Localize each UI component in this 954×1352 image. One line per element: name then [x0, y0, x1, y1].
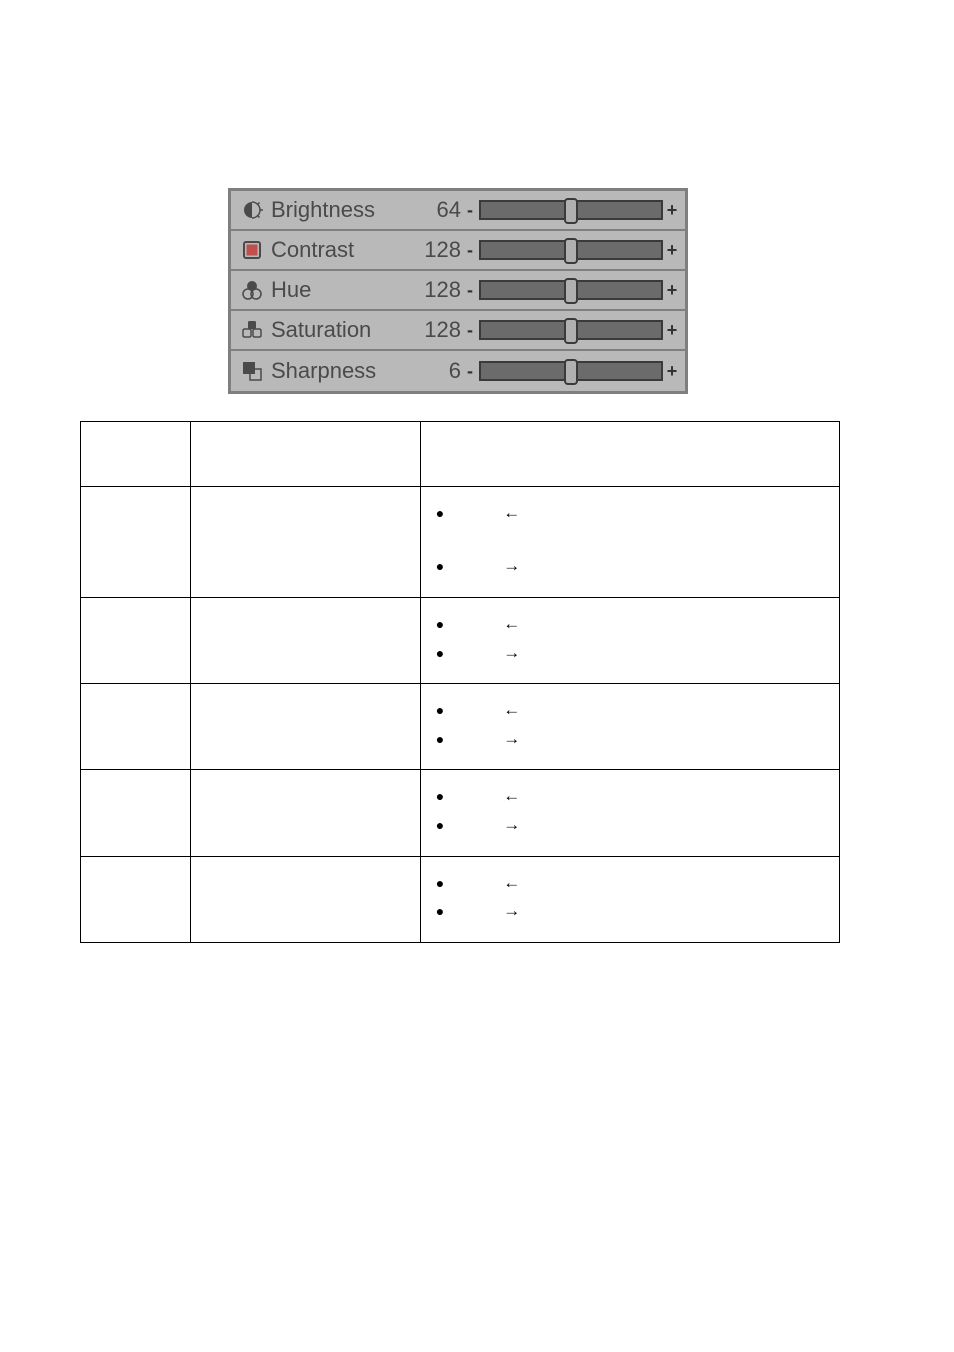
row-desc: Adjust the saturation of the image.: [191, 770, 421, 856]
ctrl-line: Press ← to decrease the contrast of the …: [455, 612, 827, 637]
brightness-icon: [237, 198, 267, 222]
plus-sign: +: [665, 200, 679, 221]
slider-thumb[interactable]: [564, 238, 578, 264]
osd-row-sharpness: Sharpness 6 - +: [231, 351, 685, 391]
row-ctrl: ● Press ← to decrease the brightness of t…: [421, 487, 840, 598]
table-row: Brightness Adjust the brightness of the …: [81, 487, 840, 598]
plus-sign: +: [665, 280, 679, 301]
bullet-icon: ●: [433, 815, 447, 835]
osd-value: 128: [417, 277, 463, 303]
osd-row-contrast: Contrast 128 - +: [231, 231, 685, 271]
osd-label: Saturation: [267, 317, 417, 343]
page-number: 26: [842, 74, 864, 97]
osd-value: 6: [417, 358, 463, 384]
row-desc: Adjust the brightness of the image.: [191, 487, 421, 598]
arrow-right-icon: →: [503, 815, 520, 834]
bullet-icon: ●: [433, 700, 447, 720]
bullet-icon: ●: [433, 503, 447, 523]
bullet-icon: ●: [433, 556, 447, 576]
bullet-icon: ●: [433, 873, 447, 893]
table-row: Sharpness Adjust the sharpness of the im…: [81, 856, 840, 942]
th-ctrl: CONTROL: [421, 422, 840, 487]
minus-sign: -: [463, 200, 477, 221]
arrow-left-icon: ←: [503, 786, 520, 805]
osd-label: Hue: [267, 277, 417, 303]
minus-sign: -: [463, 320, 477, 341]
ctrl-line: Press → to increase the brightness of th…: [455, 554, 827, 579]
arrow-left-icon: ←: [503, 873, 520, 892]
ctrl-line: Press ← to decrease the sharpness.: [455, 871, 827, 896]
row-desc: Adjust the sharpness of the image.: [191, 856, 421, 942]
osd-row-saturation: Saturation 128 - +: [231, 311, 685, 351]
slider-track[interactable]: [479, 361, 663, 381]
osd-label: Contrast: [267, 237, 417, 263]
row-item: Contrast: [81, 597, 191, 683]
slider-thumb[interactable]: [564, 359, 578, 385]
th-item: ITEM: [81, 422, 191, 487]
row-item: Hue: [81, 684, 191, 770]
row-desc: Adjust the contrast of the image.: [191, 597, 421, 683]
row-ctrl: ● Press ← to decrease the contrast of the…: [421, 597, 840, 683]
slider-thumb[interactable]: [564, 318, 578, 344]
ctrl-line: Press ← to decrease the brightness of th…: [455, 501, 827, 550]
row-item: Sharpness: [81, 856, 191, 942]
minus-sign: -: [463, 240, 477, 261]
bullet-icon: ●: [433, 614, 447, 634]
minus-sign: -: [463, 361, 477, 382]
osd-row-hue: Hue 128 - +: [231, 271, 685, 311]
arrow-left-icon: ←: [503, 614, 520, 633]
arrow-left-icon: ←: [503, 700, 520, 719]
bullet-icon: ●: [433, 729, 447, 749]
osd-panel: Brightness 64 - + Contrast 128 - + Hue: [228, 188, 688, 394]
osd-label: Brightness: [267, 197, 417, 223]
arrow-right-icon: →: [503, 901, 520, 920]
slider-track[interactable]: [479, 200, 663, 220]
row-ctrl: ● Press ← to decrease the sharpness. ● Pre…: [421, 856, 840, 942]
osd-value: 128: [417, 237, 463, 263]
osd-row-brightness: Brightness 64 - +: [231, 191, 685, 231]
ctrl-line: Press → to increase the saturation of th…: [455, 813, 827, 838]
ctrl-line: Press → to increase the contrast of the …: [455, 641, 827, 666]
row-ctrl: ● Press ← to decrease the hue of the imag…: [421, 684, 840, 770]
ctrl-line: Press → to increase the sharpness.: [455, 899, 827, 924]
osd-value: 128: [417, 317, 463, 343]
ctrl-line: Press ← to decrease the saturation of th…: [455, 784, 827, 809]
section-title: Video: [80, 125, 171, 164]
plus-sign: +: [665, 361, 679, 382]
osd-label: Sharpness: [267, 358, 417, 384]
row-desc: Adjust the hue of the image.: [191, 684, 421, 770]
bullet-icon: ●: [433, 901, 447, 921]
th-desc: DESCRIPTION: [191, 422, 421, 487]
arrow-left-icon: ←: [503, 503, 520, 522]
bullet-icon: ●: [433, 643, 447, 663]
slider-track[interactable]: [479, 320, 663, 340]
table-row: Saturation Adjust the saturation of the …: [81, 770, 840, 856]
slider-thumb[interactable]: [564, 278, 578, 304]
saturation-icon: [237, 318, 267, 342]
row-ctrl: ● Press ← to decrease the saturation of t…: [421, 770, 840, 856]
arrow-right-icon: →: [503, 556, 520, 575]
row-item: Saturation: [81, 770, 191, 856]
ctrl-line: Press → to increase the hue of the image…: [455, 727, 827, 752]
slider-track[interactable]: [479, 240, 663, 260]
row-item: Brightness: [81, 487, 191, 598]
table-row: Contrast Adjust the contrast of the imag…: [81, 597, 840, 683]
plus-sign: +: [665, 320, 679, 341]
arrow-right-icon: →: [503, 729, 520, 748]
osd-value: 64: [417, 197, 463, 223]
table-row: Hue Adjust the hue of the image. ● Press …: [81, 684, 840, 770]
video-settings-table: ITEM DESCRIPTION CONTROL Brightness Adju…: [80, 421, 840, 943]
hue-icon: [237, 278, 267, 302]
slider-track[interactable]: [479, 280, 663, 300]
plus-sign: +: [665, 240, 679, 261]
arrow-right-icon: →: [503, 643, 520, 662]
contrast-icon: [237, 238, 267, 262]
ctrl-line: Press ← to decrease the hue of the image…: [455, 698, 827, 723]
sharpness-icon: [237, 359, 267, 383]
bullet-icon: ●: [433, 786, 447, 806]
minus-sign: -: [463, 280, 477, 301]
slider-thumb[interactable]: [564, 198, 578, 224]
